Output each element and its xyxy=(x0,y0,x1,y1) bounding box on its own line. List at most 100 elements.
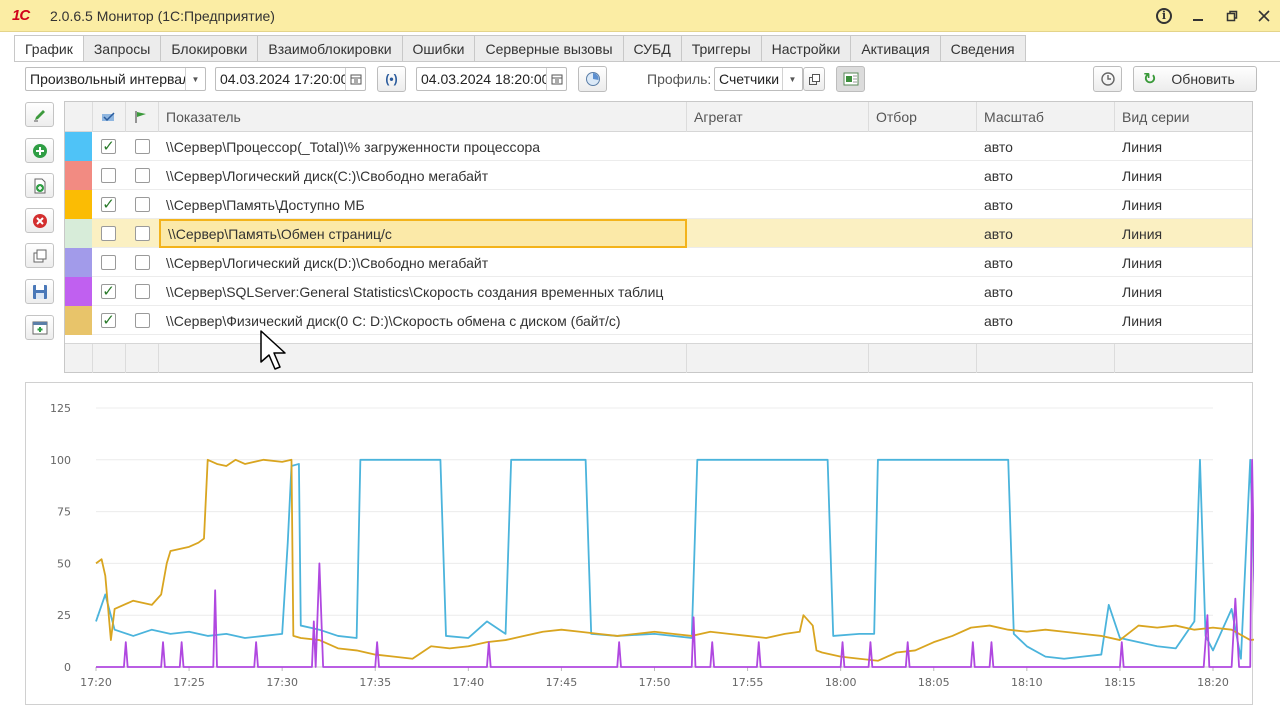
table-row[interactable]: ✓ \\Сервер\Физический диск(0 C: D:)\Скоро… xyxy=(65,306,1252,335)
save-button[interactable] xyxy=(25,279,54,304)
scale-cell[interactable]: авто xyxy=(977,132,1115,161)
calendar-icon[interactable] xyxy=(345,68,365,90)
indicator-cell[interactable]: \\Сервер\SQLServer:General Statistics\Ск… xyxy=(159,277,687,306)
open-profile-button[interactable] xyxy=(803,67,825,91)
visible-checkbox[interactable]: ✓ xyxy=(101,284,116,299)
indicator-cell[interactable]: \\Сервер\Логический диск(C:)\Свободно ме… xyxy=(159,161,687,190)
table-row[interactable]: \\Сервер\Логический диск(C:)\Свободно ме… xyxy=(65,161,1252,190)
indicator-cell[interactable]: \\Сервер\Память\Доступно МБ xyxy=(159,190,687,219)
header-filter[interactable]: Отбор xyxy=(869,102,977,132)
header-aggregate[interactable]: Агрегат xyxy=(687,102,869,132)
filter-cell[interactable] xyxy=(869,306,977,335)
scale-cell[interactable]: авто xyxy=(977,161,1115,190)
series-line-0[interactable] xyxy=(95,458,1254,661)
series-color-swatch[interactable] xyxy=(65,219,92,248)
scale-cell[interactable]: авто xyxy=(977,306,1115,335)
indicator-cell[interactable]: \\Сервер\Логический диск(D:)\Свободно ме… xyxy=(159,248,687,277)
tab-info[interactable]: Сведения xyxy=(940,35,1026,62)
flag-checkbox[interactable] xyxy=(135,139,150,154)
scale-cell[interactable]: авто xyxy=(977,277,1115,306)
table-row[interactable]: \\Сервер\Память\Обмен страниц/с авто Линия xyxy=(65,219,1252,248)
table-row[interactable]: ✓ \\Сервер\SQLServer:General Statistics\С… xyxy=(65,277,1252,306)
aggregate-cell[interactable] xyxy=(687,190,869,219)
series-type-cell[interactable]: Линия xyxy=(1115,248,1252,277)
header-scale[interactable]: Масштаб xyxy=(977,102,1115,132)
table-row[interactable]: \\Сервер\Логический диск(D:)\Свободно ме… xyxy=(65,248,1252,277)
series-type-cell[interactable]: Линия xyxy=(1115,132,1252,161)
tab-dbms[interactable]: СУБД xyxy=(623,35,682,62)
filter-cell[interactable] xyxy=(869,132,977,161)
tab-errors[interactable]: Ошибки xyxy=(402,35,476,62)
series-line-1[interactable] xyxy=(95,458,1254,662)
tab-triggers[interactable]: Триггеры xyxy=(681,35,762,62)
table-row[interactable]: ✓ \\Сервер\Процессор(_Total)\% загруженно… xyxy=(65,132,1252,161)
flag-checkbox[interactable] xyxy=(135,226,150,241)
series-type-cell[interactable]: Линия xyxy=(1115,219,1252,248)
restore-button[interactable] xyxy=(1218,4,1246,28)
flag-checkbox[interactable] xyxy=(135,197,150,212)
scale-cell[interactable]: авто xyxy=(977,219,1115,248)
export-button[interactable] xyxy=(836,66,865,92)
history-button[interactable] xyxy=(1093,66,1122,92)
tab-activation[interactable]: Активация xyxy=(851,35,941,62)
series-type-cell[interactable]: Линия xyxy=(1115,277,1252,306)
info-button[interactable]: i xyxy=(1150,4,1178,28)
date-from-field[interactable]: 04.03.2024 17:20:00 xyxy=(215,67,366,91)
flag-checkbox[interactable] xyxy=(135,255,150,270)
visible-checkbox[interactable]: ✓ xyxy=(101,313,116,328)
tab-locks[interactable]: Блокировки xyxy=(161,35,259,62)
aggregate-cell[interactable] xyxy=(687,248,869,277)
duplicate-button[interactable] xyxy=(25,243,54,268)
sync-dates-button[interactable]: (•) xyxy=(377,66,406,92)
profile-select[interactable]: Счетчики ▼ xyxy=(714,67,803,91)
scale-cell[interactable]: авто xyxy=(977,248,1115,277)
series-type-cell[interactable]: Линия xyxy=(1115,306,1252,335)
header-series-type[interactable]: Вид серии xyxy=(1115,102,1252,132)
indicator-cell[interactable]: \\Сервер\Процессор(_Total)\% загруженнос… xyxy=(159,132,687,161)
flag-checkbox[interactable] xyxy=(135,313,150,328)
interval-select[interactable]: Произвольный интервал ▼ xyxy=(25,67,206,91)
indicator-cell[interactable]: \\Сервер\Физический диск(0 C: D:)\Скорос… xyxy=(159,306,687,335)
close-button[interactable] xyxy=(1250,4,1278,28)
aggregate-cell[interactable] xyxy=(687,161,869,190)
line-chart[interactable]: 0 25 50 75 100 125 17:20 17:25 17:30 17:35 17:40 17… xyxy=(26,383,1254,706)
header-check[interactable] xyxy=(93,102,126,132)
header-indicator[interactable]: Показатель xyxy=(159,102,687,132)
aggregate-cell[interactable] xyxy=(687,132,869,161)
tab-server-calls[interactable]: Серверные вызовы xyxy=(475,35,624,62)
series-color-swatch[interactable] xyxy=(65,248,92,277)
header-flag[interactable] xyxy=(126,102,159,132)
minimize-button[interactable] xyxy=(1184,4,1212,28)
scale-cell[interactable]: авто xyxy=(977,190,1115,219)
date-to-field[interactable]: 04.03.2024 18:20:00 xyxy=(416,67,567,91)
visible-checkbox[interactable]: ✓ xyxy=(101,197,116,212)
aggregate-cell[interactable] xyxy=(687,277,869,306)
series-type-cell[interactable]: Линия xyxy=(1115,161,1252,190)
indicator-cell[interactable]: \\Сервер\Память\Обмен страниц/с xyxy=(159,219,687,248)
tab-queries[interactable]: Запросы xyxy=(83,35,162,62)
tab-chart[interactable]: График xyxy=(14,35,84,62)
series-color-swatch[interactable] xyxy=(65,306,92,335)
chevron-down-icon[interactable]: ▼ xyxy=(185,68,205,90)
chevron-down-icon[interactable]: ▼ xyxy=(782,68,802,90)
flag-checkbox[interactable] xyxy=(135,168,150,183)
flag-checkbox[interactable] xyxy=(135,284,150,299)
table-row[interactable]: ✓ \\Сервер\Память\Доступно МБ авто Линия xyxy=(65,190,1252,219)
series-type-cell[interactable]: Линия xyxy=(1115,190,1252,219)
insert-button[interactable] xyxy=(25,315,54,340)
series-color-swatch[interactable] xyxy=(65,277,92,306)
aggregate-cell[interactable] xyxy=(687,306,869,335)
tab-deadlocks[interactable]: Взаимоблокировки xyxy=(258,35,403,62)
series-color-swatch[interactable] xyxy=(65,132,92,161)
add-button[interactable] xyxy=(25,138,54,163)
filter-cell[interactable] xyxy=(869,161,977,190)
filter-cell[interactable] xyxy=(869,248,977,277)
period-button[interactable] xyxy=(578,66,607,92)
calendar-icon[interactable] xyxy=(546,68,566,90)
visible-checkbox[interactable] xyxy=(101,255,116,270)
visible-checkbox[interactable] xyxy=(101,168,116,183)
aggregate-cell[interactable] xyxy=(687,219,869,248)
copy-add-button[interactable] xyxy=(25,173,54,198)
series-color-swatch[interactable] xyxy=(65,190,92,219)
visible-checkbox[interactable] xyxy=(101,226,116,241)
